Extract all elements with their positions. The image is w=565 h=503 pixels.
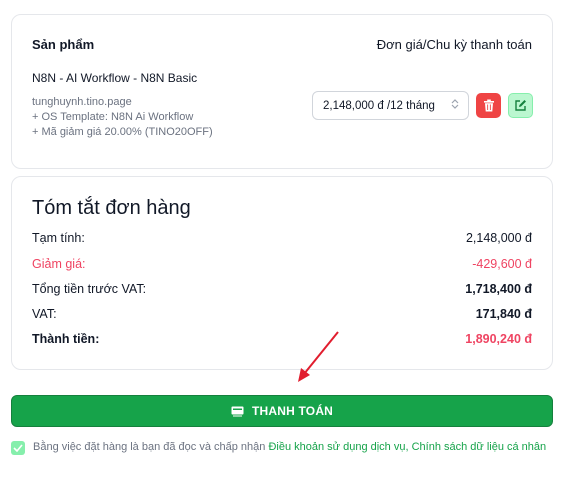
discount-row: Giảm giá: -429,600 đ [32, 257, 532, 271]
summary-title: Tóm tắt đơn hàng [32, 197, 191, 219]
billing-cycle-value: 2,148,000 đ /12 tháng [323, 99, 435, 112]
total-row: Thành tiền: 1,890,240 đ [32, 332, 532, 346]
pre-vat-label: Tổng tiền trước VAT: [32, 282, 147, 296]
terms-text: Bằng việc đặt hàng là bạn đã đọc và chấp… [33, 439, 546, 456]
chevron-updown-icon [451, 98, 459, 110]
subtotal-row: Tạm tính: 2,148,000 đ [32, 231, 532, 245]
vat-label: VAT: [32, 307, 57, 321]
check-icon [13, 444, 23, 452]
order-summary-card: Tóm tắt đơn hàng Tạm tính: 2,148,000 đ G… [11, 176, 553, 370]
total-label: Thành tiền: [32, 332, 100, 346]
product-details: tunghuynh.tino.page + OS Template: N8N A… [32, 95, 213, 140]
red-arrow-annotation [298, 331, 339, 382]
product-os-template: + OS Template: N8N Ai Workflow [32, 111, 194, 123]
edit-item-button[interactable] [508, 93, 533, 118]
header-product: Sản phẩm [32, 37, 95, 52]
product-card: Sản phẩm Đơn giá/Chu kỳ thanh toán N8N -… [11, 14, 553, 169]
trash-icon [483, 99, 494, 112]
pre-vat-row: Tổng tiền trước VAT: 1,718,400 đ [32, 282, 532, 296]
terms-agreement: Bằng việc đặt hàng là bạn đã đọc và chấp… [11, 439, 553, 456]
checkout-button-label: THANH TOÁN [251, 404, 334, 418]
edit-icon [515, 100, 526, 111]
subtotal-value: 2,148,000 đ [465, 231, 532, 245]
subtotal-label: Tạm tính: [32, 231, 85, 245]
vat-value: 171,840 đ [475, 307, 532, 321]
checkout-button[interactable]: THANH TOÁN [11, 395, 553, 427]
product-name: N8N - AI Workflow - N8N Basic [32, 71, 198, 85]
discount-label: Giảm giá: [32, 257, 86, 271]
product-table-header: Sản phẩm Đơn giá/Chu kỳ thanh toán [32, 37, 532, 52]
product-domain: tunghuynh.tino.page [32, 96, 132, 108]
terms-checkbox[interactable] [11, 441, 25, 455]
privacy-policy-link[interactable]: Chính sách dữ liệu cá nhân [412, 441, 547, 453]
terms-of-service-link[interactable]: Điều khoản sử dụng dịch vụ, [268, 441, 408, 453]
terms-statement: Bằng việc đặt hàng là bạn đã đọc và chấp… [33, 441, 269, 453]
product-discount-code: + Mã giảm giá 20.00% (TINO20OFF) [32, 126, 213, 138]
total-value: 1,890,240 đ [465, 332, 532, 346]
discount-value: -429,600 đ [472, 257, 532, 271]
vat-row: VAT: 171,840 đ [32, 307, 532, 321]
billing-cycle-select[interactable]: 2,148,000 đ /12 tháng [312, 91, 469, 120]
header-price: Đơn giá/Chu kỳ thanh toán [376, 37, 532, 52]
payment-card-icon [231, 406, 244, 417]
pre-vat-value: 1,718,400 đ [465, 282, 532, 296]
delete-item-button[interactable] [476, 93, 501, 118]
